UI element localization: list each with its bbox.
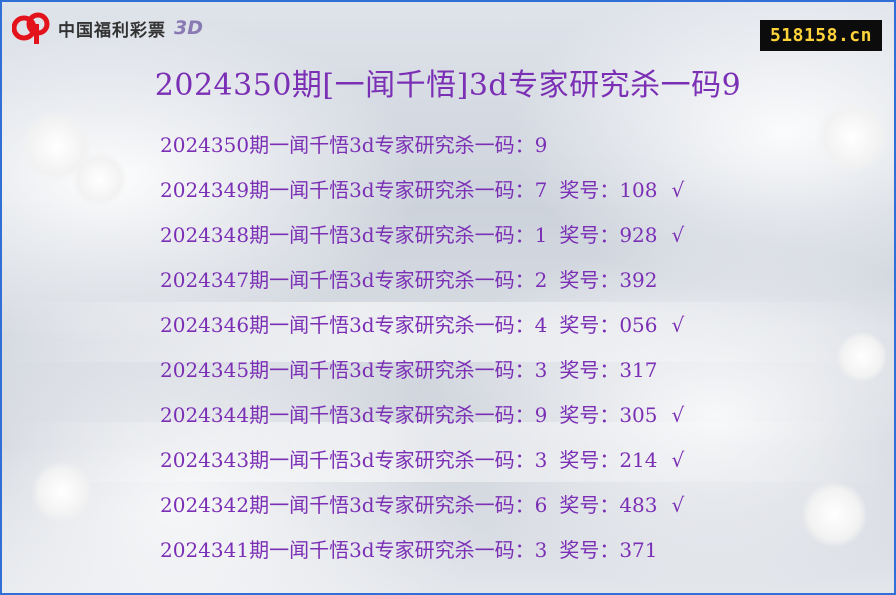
page-frame: 中国福利彩票 3D 518158.cn 2024350期[一闻千悟]3d专家研究…	[0, 0, 896, 595]
logo-text: 中国福利彩票	[58, 20, 166, 41]
list-item: 2024345期一闻千悟3d专家研究杀一码：3 奖号：317	[160, 355, 684, 400]
check-mark-icon: √	[671, 223, 685, 247]
logo-suffix: 3D	[174, 17, 203, 39]
site-badge[interactable]: 518158.cn	[759, 20, 882, 51]
row-label: 2024346期一闻千悟3d专家研究杀一码：4	[160, 313, 548, 337]
list-item: 2024350期一闻千悟3d专家研究杀一码：9	[160, 130, 684, 175]
lottery-logo: 中国福利彩票 3D	[11, 10, 203, 46]
row-prize-number: 奖号：108	[559, 178, 658, 202]
row-prize-number: 奖号：392	[559, 268, 658, 292]
row-label: 2024343期一闻千悟3d专家研究杀一码：3	[160, 448, 548, 472]
row-label: 2024347期一闻千悟3d专家研究杀一码：2	[160, 268, 548, 292]
list-item: 2024348期一闻千悟3d专家研究杀一码：1 奖号：928 √	[160, 220, 684, 265]
blossom-decoration	[802, 482, 867, 547]
blossom-decoration	[72, 152, 127, 207]
row-label: 2024350期一闻千悟3d专家研究杀一码：9	[160, 133, 548, 157]
list-item: 2024347期一闻千悟3d专家研究杀一码：2 奖号：392	[160, 265, 684, 310]
blossom-decoration	[32, 462, 92, 522]
page-title: 2024350期[一闻千悟]3d专家研究杀一码9	[154, 68, 742, 103]
check-mark-icon: √	[671, 403, 685, 427]
row-label: 2024349期一闻千悟3d专家研究杀一码：7	[160, 178, 548, 202]
row-prize-number: 奖号：371	[559, 538, 658, 562]
list-item: 2024344期一闻千悟3d专家研究杀一码：9 奖号：305 √	[160, 400, 684, 445]
row-label: 2024342期一闻千悟3d专家研究杀一码：6	[160, 493, 548, 517]
row-prize-number: 奖号：056	[559, 313, 658, 337]
check-mark-icon: √	[671, 493, 685, 517]
row-label: 2024344期一闻千悟3d专家研究杀一码：9	[160, 403, 548, 427]
prediction-list: 2024350期一闻千悟3d专家研究杀一码：9 2024349期一闻千悟3d专家研…	[160, 130, 684, 580]
list-item: 2024346期一闻千悟3d专家研究杀一码：4 奖号：056 √	[160, 310, 684, 355]
check-mark-icon: √	[671, 178, 685, 202]
list-item: 2024349期一闻千悟3d专家研究杀一码：7 奖号：108 √	[160, 175, 684, 220]
row-label: 2024341期一闻千悟3d专家研究杀一码：3	[160, 538, 548, 562]
blossom-decoration	[837, 332, 887, 382]
row-label: 2024345期一闻千悟3d专家研究杀一码：3	[160, 358, 548, 382]
row-prize-number: 奖号：305	[559, 403, 658, 427]
blossom-decoration	[817, 102, 887, 172]
row-prize-number: 奖号：214	[559, 448, 658, 472]
list-item: 2024342期一闻千悟3d专家研究杀一码：6 奖号：483 √	[160, 490, 684, 535]
row-label: 2024348期一闻千悟3d专家研究杀一码：1	[160, 223, 548, 247]
check-mark-icon: √	[671, 448, 685, 472]
check-mark-icon: √	[671, 313, 685, 337]
row-prize-number: 奖号：483	[559, 493, 658, 517]
row-prize-number: 奖号：317	[559, 358, 658, 382]
row-prize-number: 奖号：928	[559, 223, 658, 247]
list-item: 2024343期一闻千悟3d专家研究杀一码：3 奖号：214 √	[160, 445, 684, 490]
welfare-lottery-logo-icon	[11, 10, 52, 46]
list-item: 2024341期一闻千悟3d专家研究杀一码：3 奖号：371	[160, 535, 684, 580]
